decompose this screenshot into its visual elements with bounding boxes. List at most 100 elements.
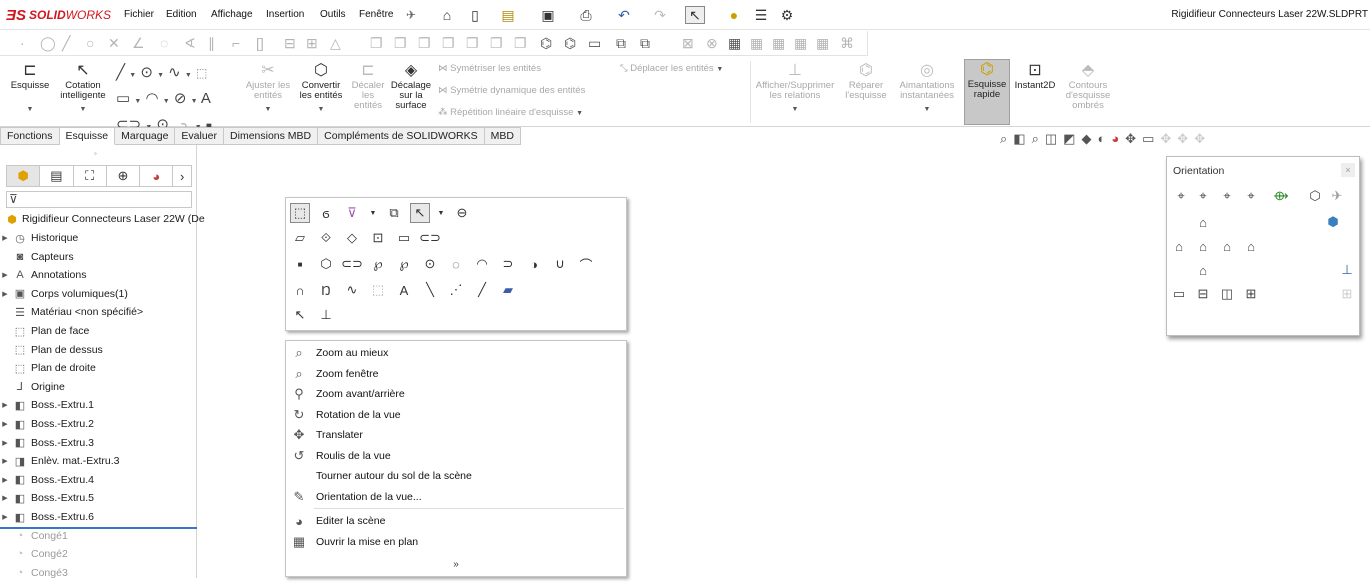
previous-view-icon[interactable]: ◫ <box>1045 131 1057 149</box>
rapid-sketch-button[interactable]: ⌬ Esquisse rapide <box>964 59 1010 125</box>
expand-menu-icon[interactable]: » <box>286 559 626 570</box>
edit-appearance-icon[interactable]: ◕ <box>1111 131 1119 149</box>
tree-item[interactable]: ▶ ▣ Corps volumiques(1) <box>0 285 128 303</box>
conic-icon[interactable]: ∩ <box>290 280 310 300</box>
display-style-icon[interactable]: ◆ <box>1081 131 1091 149</box>
hide-show-icon[interactable]: ◐ <box>1097 131 1105 149</box>
feature-tree-tab-icon[interactable]: ⬢ <box>7 166 41 186</box>
select-icon[interactable]: ↖ <box>410 203 430 223</box>
tab-fonctions[interactable]: Fonctions <box>0 127 60 145</box>
context-menu-item[interactable]: ⌕ Zoom fenêtre <box>286 364 626 384</box>
diamond-icon[interactable]: ◇ <box>342 228 362 248</box>
two-view-vertical-icon[interactable]: ◫ <box>1217 285 1237 303</box>
section-view-icon[interactable]: ◧ <box>1013 131 1025 149</box>
parabola-icon[interactable]: ∪ <box>550 254 570 274</box>
zoom-fit-icon[interactable]: ⌕ <box>1000 131 1007 149</box>
block-icon[interactable]: ▦ <box>728 35 741 52</box>
display-manager-tab-icon[interactable]: ◕ <box>140 166 174 186</box>
rollback-bar[interactable] <box>0 527 197 529</box>
three-point-arc-icon[interactable]: ◑ <box>524 254 544 274</box>
bottom-view-icon[interactable]: ⌂ <box>1193 261 1213 279</box>
line-icon[interactable]: ╲ <box>420 280 440 300</box>
menu-fichier[interactable]: Fichier <box>124 9 154 20</box>
tree-item[interactable]: ☰ Matériau <non spécifié> <box>0 303 143 321</box>
tangent-arc-icon[interactable]: ⊃ <box>498 254 518 274</box>
tree-item[interactable]: ⬚ Plan de droite <box>0 359 96 377</box>
tree-item[interactable]: ⬚ Plan de dessus <box>0 341 103 359</box>
solidworks-logo[interactable]: ƎS SOLID WORKS <box>6 6 111 24</box>
dimxpert-tab-icon[interactable]: ⊕ <box>107 166 141 186</box>
sketch-button[interactable]: ⊏ Esquisse ▼ <box>8 61 52 115</box>
spline-icon[interactable]: ∿ <box>168 64 181 81</box>
select-other-icon[interactable]: ⧉ <box>384 203 404 223</box>
expand-arrow-icon[interactable]: ▶ <box>0 494 10 502</box>
right-view-icon[interactable]: ⌂ <box>1217 237 1237 255</box>
home-icon[interactable]: ⌂ <box>437 6 457 24</box>
sketch-icon[interactable]: ⌬ <box>540 35 552 52</box>
relations-icon[interactable]: ⊥ <box>316 305 336 325</box>
polygon-icon[interactable]: ⬡ <box>316 254 336 274</box>
tree-item[interactable]: ▶ ◧ Boss.-Extru.4 <box>0 471 94 489</box>
tree-item[interactable]: ▶ ◧ Boss.-Extru.3 <box>0 434 94 452</box>
new-document-icon[interactable]: ▯ <box>465 6 485 24</box>
options-gear-icon[interactable]: ⚙ <box>777 6 797 24</box>
arc-icon[interactable]: ◠ <box>145 90 158 107</box>
save-icon[interactable]: ▣ <box>538 6 558 24</box>
plane-icon[interactable]: ▰ <box>498 280 518 300</box>
lasso-select-icon[interactable]: ϭ <box>316 203 336 223</box>
single-view-icon[interactable]: ▭ <box>1169 285 1189 303</box>
expand-arrow-icon[interactable]: ▶ <box>0 290 10 298</box>
configuration-manager-tab-icon[interactable]: ⛶ <box>74 166 107 186</box>
tree-item[interactable]: ◔ Congé1 <box>0 527 68 545</box>
isometric-view-icon[interactable]: ⬢ <box>1323 213 1343 231</box>
reset-views-icon[interactable]: ⌖ <box>1241 187 1261 205</box>
box-select-icon[interactable]: ⬚ <box>290 203 310 223</box>
new-view-icon[interactable]: ⌖ <box>1193 187 1213 205</box>
two-view-horizontal-icon[interactable]: ⊟ <box>1193 285 1213 303</box>
surface-icon[interactable]: ⬚ <box>368 280 388 300</box>
undo-icon[interactable]: ↶ <box>614 6 634 24</box>
line-icon[interactable]: ╱ <box>472 280 492 300</box>
text-icon[interactable]: A <box>201 90 211 107</box>
view-orientation-icon[interactable]: ◩ <box>1063 131 1075 149</box>
sketch-icon[interactable]: ⌬ <box>564 35 576 52</box>
centerline-icon[interactable]: ⋰ <box>446 280 466 300</box>
tree-item[interactable]: ▶ ◧ Boss.-Extru.1 <box>0 396 94 414</box>
spline-tools-icon[interactable]: ∿ <box>342 280 362 300</box>
expand-arrow-icon[interactable]: ▶ <box>0 401 10 409</box>
tab-mbd[interactable]: MBD <box>484 127 521 145</box>
tab-marquage[interactable]: Marquage <box>115 127 176 145</box>
arc-icon[interactable]: ⌒ <box>576 254 596 274</box>
chevron-down-icon[interactable]: ▼ <box>297 105 345 115</box>
property-manager-tab-icon[interactable]: ▤ <box>40 166 74 186</box>
tree-root[interactable]: ⬢ Rigidifieur Connecteurs Laser 22W (De <box>4 210 204 228</box>
slot-icon[interactable]: ⊂⊃ <box>341 254 363 274</box>
apply-scene-icon[interactable]: ✥ <box>1125 131 1136 149</box>
arc-icon[interactable]: ◠ <box>472 254 492 274</box>
menu-edition[interactable]: Edition <box>166 9 197 20</box>
rebuild-icon[interactable]: ● <box>726 6 742 24</box>
file-properties-icon[interactable]: ☰ <box>751 6 771 24</box>
tree-item[interactable]: ▶ A Annotations <box>0 266 86 284</box>
chevron-down-icon[interactable]: ▼ <box>436 203 446 223</box>
left-view-icon[interactable]: ⌂ <box>1169 237 1189 255</box>
back-view-icon[interactable]: ⌂ <box>1241 237 1261 255</box>
center-rectangle-icon[interactable]: ⊡ <box>368 228 388 248</box>
filter-input[interactable]: ⊽ <box>6 191 192 208</box>
view-selector-icon[interactable]: ⌖ <box>1217 187 1237 205</box>
expand-arrow-icon[interactable]: ▶ <box>0 513 10 521</box>
context-menu-item[interactable]: ◕ Editer la scène <box>286 511 626 531</box>
copy-icon[interactable]: ⧉ <box>616 35 626 52</box>
parallelogram-icon[interactable]: ▱ <box>290 228 310 248</box>
context-menu-item[interactable]: ↻ Rotation de la vue <box>286 405 626 425</box>
instant2d-button[interactable]: ⊡ Instant2D <box>1012 61 1058 91</box>
four-view-icon[interactable]: ⊞ <box>1241 285 1261 303</box>
select-icon[interactable]: ↖ <box>685 6 705 24</box>
tree-item[interactable]: ⅃ Origine <box>0 378 65 396</box>
menu-affichage[interactable]: Affichage <box>211 9 253 20</box>
arc-icon[interactable]: ◌ <box>446 254 466 274</box>
chevron-right-icon[interactable]: › <box>173 166 191 186</box>
tree-item[interactable]: ◙ Capteurs <box>0 248 74 266</box>
tree-item[interactable]: ▶ ◧ Boss.-Extru.5 <box>0 489 94 507</box>
text-icon[interactable]: A <box>394 280 414 300</box>
